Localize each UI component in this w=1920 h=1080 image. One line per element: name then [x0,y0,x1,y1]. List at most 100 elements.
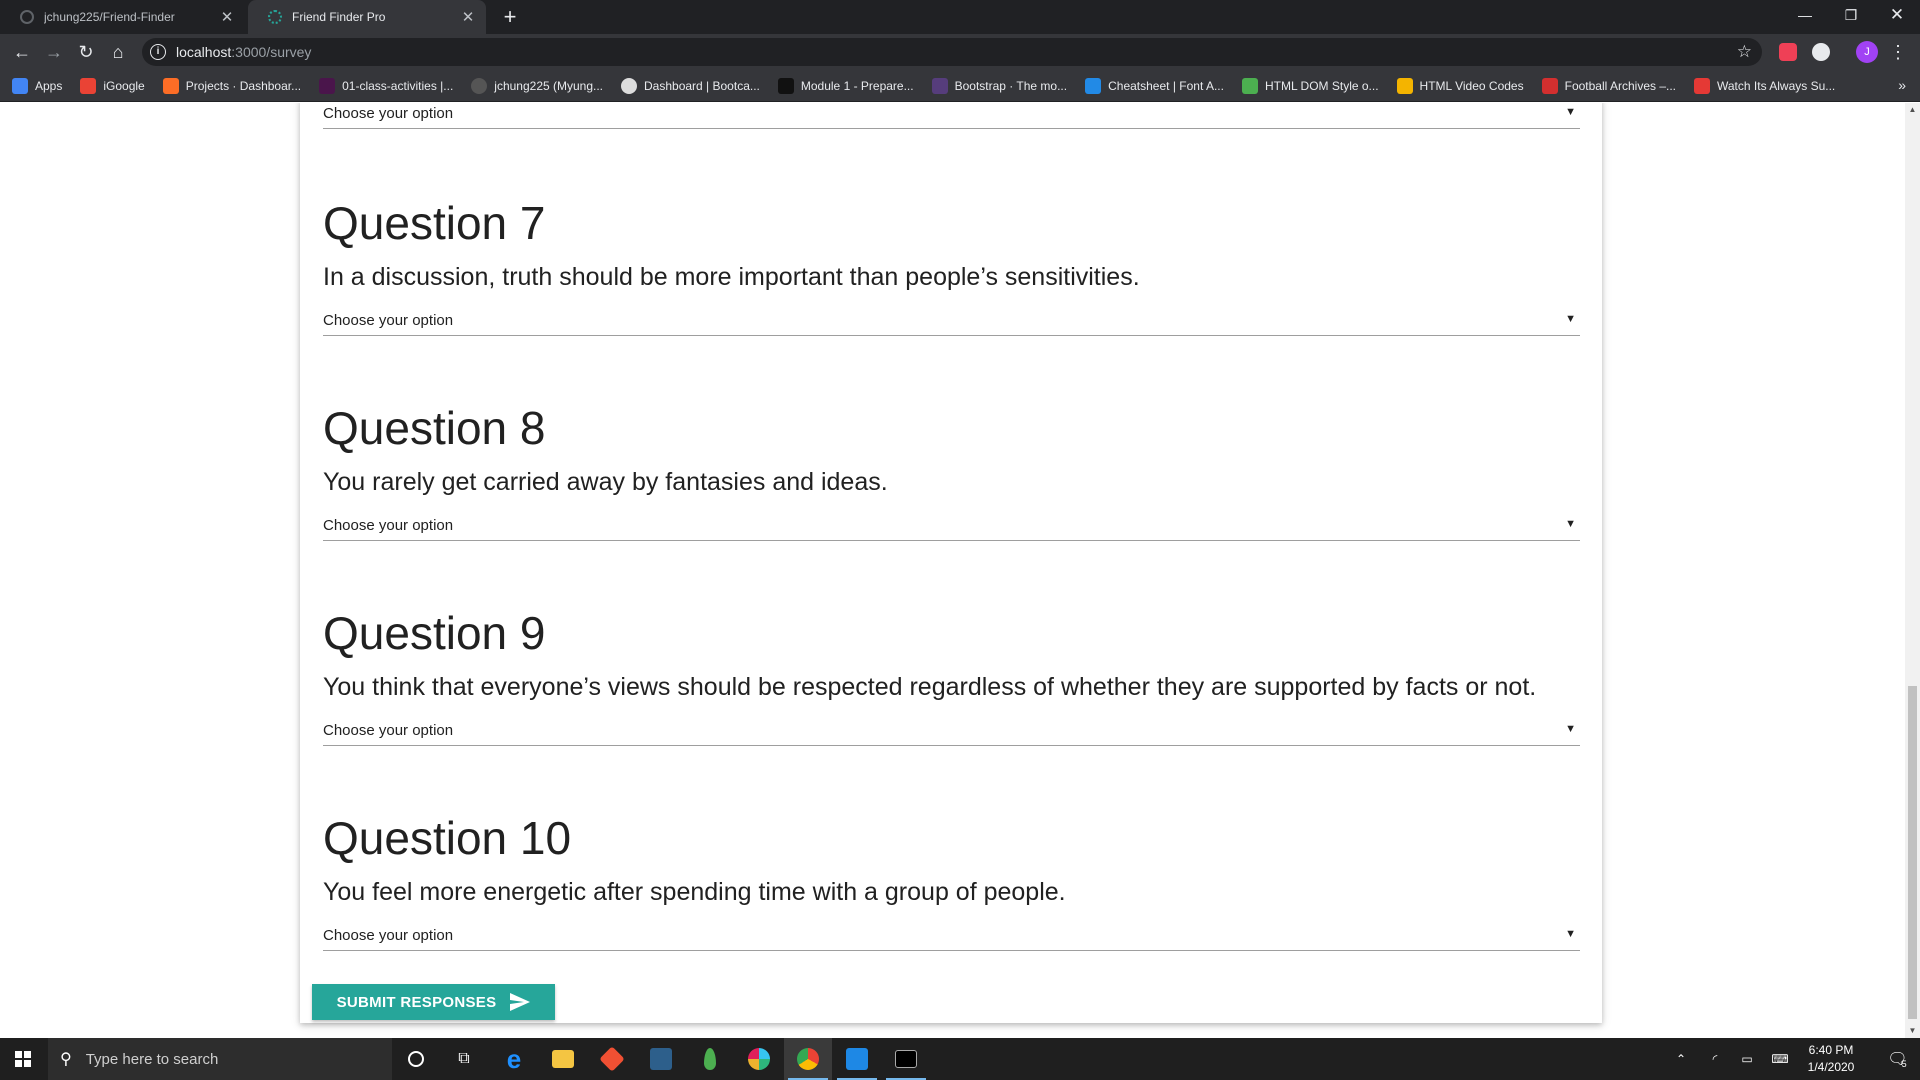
bookmark-html-dom-style[interactable]: HTML DOM Style o... [1241,77,1379,94]
bookmark-label: Football Archives –... [1564,78,1676,93]
reload-icon[interactable]: ↻ [74,40,98,64]
tab-friend-finder-pro[interactable]: Friend Finder Pro ✕ [248,0,486,34]
caret-down-icon: ▼ [1565,928,1576,940]
terminal-icon [895,1050,917,1068]
submit-label: Submit Responses [336,993,497,1011]
github-icon [20,10,34,24]
bookmark-label: Module 1 - Prepare... [800,78,914,93]
bookmark-igoogle[interactable]: iGoogle [80,77,145,94]
task-view-button[interactable]: ⧉ [440,1038,488,1080]
bootstrap-icon [931,77,948,94]
question-7-text: In a discussion, truth should be more im… [323,263,1140,291]
bookmark-football-archives[interactable]: Football Archives –... [1541,77,1676,94]
bookmark-star-icon[interactable]: ☆ [1737,42,1752,62]
network-icon[interactable]: ◜ [1702,1038,1728,1080]
start-button[interactable] [0,1038,46,1080]
bookmark-bootstrap[interactable]: Bootstrap · The mo... [931,77,1067,94]
page-viewport: Choose your option ▼ Question 7 In a dis… [0,103,1905,1038]
extension-icon[interactable] [1812,43,1830,61]
cortana-icon [408,1051,424,1067]
bookmark-font-awesome[interactable]: Cheatsheet | Font A... [1085,77,1224,94]
tab-title: Friend Finder Pro [292,10,386,24]
bookmark-projects[interactable]: Projects · Dashboar... [162,77,301,94]
folder-icon [552,1050,574,1068]
bookmark-label: jchung225 (Myung... [494,78,604,93]
taskbar-slack[interactable] [735,1038,783,1080]
menu-kebab-icon[interactable]: ⋮ [1886,40,1910,64]
taskbar-chrome[interactable] [784,1038,832,1080]
bookmark-apps[interactable]: Apps [12,77,63,94]
question-8-title: Question 8 [323,402,546,454]
taskbar-mysql[interactable] [637,1038,685,1080]
question-7-title: Question 7 [323,197,546,249]
taskbar-clock[interactable]: 6:40 PM 1/4/2020 [1796,1042,1866,1076]
bookmark-html-video-codes[interactable]: HTML Video Codes [1396,77,1524,94]
bookmarks-bar: Apps iGoogle Projects · Dashboar... 01-c… [0,70,1920,102]
mongodb-icon [704,1048,716,1070]
question-7-select[interactable]: Choose your option ▼ [323,306,1580,336]
taskbar-edge[interactable]: e [490,1038,538,1080]
tab-title: jchung225/Friend-Finder [44,10,175,24]
question-6-select[interactable]: Choose your option ▼ [323,103,1580,129]
bookmark-label: Apps [35,78,63,93]
question-9-title: Question 9 [323,607,546,659]
bookmark-watch[interactable]: Watch Its Always Su... [1694,77,1835,94]
bookmark-label: Cheatsheet | Font A... [1108,78,1224,93]
battery-icon[interactable]: ▭ [1734,1038,1760,1080]
home-icon[interactable]: ⌂ [106,40,130,64]
url-host: localhost [176,44,232,60]
taskbar-vscode[interactable] [833,1038,881,1080]
new-tab-button[interactable]: + [498,4,522,30]
taskbar-terminal[interactable] [882,1038,930,1080]
cortana-button[interactable] [392,1038,440,1080]
back-icon[interactable]: ← [10,40,34,64]
bookmark-github-profile[interactable]: jchung225 (Myung... [471,77,604,94]
scrollbar-thumb[interactable] [1908,686,1917,1019]
caret-down-icon: ▼ [1565,106,1576,118]
keyboard-icon[interactable]: ⌨ [1766,1038,1794,1080]
igoogle-icon [80,77,97,94]
restore-button[interactable]: ❐ [1828,0,1874,30]
edge-icon: e [506,1044,522,1074]
font-awesome-icon [1085,77,1102,94]
notification-count: 5 [1901,1059,1907,1069]
more-bookmarks-icon[interactable]: » [1898,77,1906,93]
question-10-title: Question 10 [323,812,572,864]
bookmark-bootcamp-dashboard[interactable]: Dashboard | Bootca... [621,77,760,94]
bookmark-module-1[interactable]: Module 1 - Prepare... [777,77,914,94]
taskbar-git[interactable] [588,1038,636,1080]
ts-icon [1541,77,1558,94]
gitlab-icon [162,77,179,94]
show-hidden-icons[interactable]: ⌃ [1668,1038,1694,1080]
minimize-button[interactable]: — [1782,0,1828,30]
taskbar-search[interactable]: ⚲ Type here to search [48,1038,392,1080]
search-icon: ⚲ [60,1051,72,1068]
pocket-extension-icon[interactable] [1779,43,1797,61]
chrome-icon [797,1048,819,1070]
slack-icon [319,77,336,94]
question-10-select[interactable]: Choose your option ▼ [323,921,1580,951]
question-10-text: You feel more energetic after spending t… [323,878,1066,906]
taskbar-mongodb[interactable] [686,1038,734,1080]
question-8-select[interactable]: Choose your option ▼ [323,511,1580,541]
forward-icon[interactable]: → [42,40,66,64]
taskbar-file-explorer[interactable] [539,1038,587,1080]
bookmark-class-activities[interactable]: 01-class-activities |... [319,77,453,94]
question-9-select[interactable]: Choose your option ▼ [323,716,1580,746]
scroll-down-icon[interactable]: ▼ [1905,1024,1920,1038]
close-tab-icon[interactable]: ✕ [458,8,478,26]
profile-avatar[interactable]: J [1856,41,1878,63]
submit-responses-button[interactable]: Submit Responses [312,984,555,1020]
tab-friend-finder-repo[interactable]: jchung225/Friend-Finder ✕ [0,0,245,34]
github-icon [471,77,488,94]
action-center-button[interactable]: 🗨 5 [1874,1038,1920,1080]
address-bar[interactable]: i localhost :3000/survey ☆ [142,38,1762,66]
site-info-icon[interactable]: i [150,44,166,60]
scroll-up-icon[interactable]: ▲ [1905,103,1920,117]
page-scrollbar[interactable]: ▲ ▼ [1905,103,1920,1038]
clock-time: 6:40 PM [1808,1043,1854,1057]
select-value: Choose your option [323,105,454,122]
close-window-button[interactable]: ✕ [1874,0,1920,30]
select-value: Choose your option [323,722,454,739]
close-tab-icon[interactable]: ✕ [217,8,237,26]
